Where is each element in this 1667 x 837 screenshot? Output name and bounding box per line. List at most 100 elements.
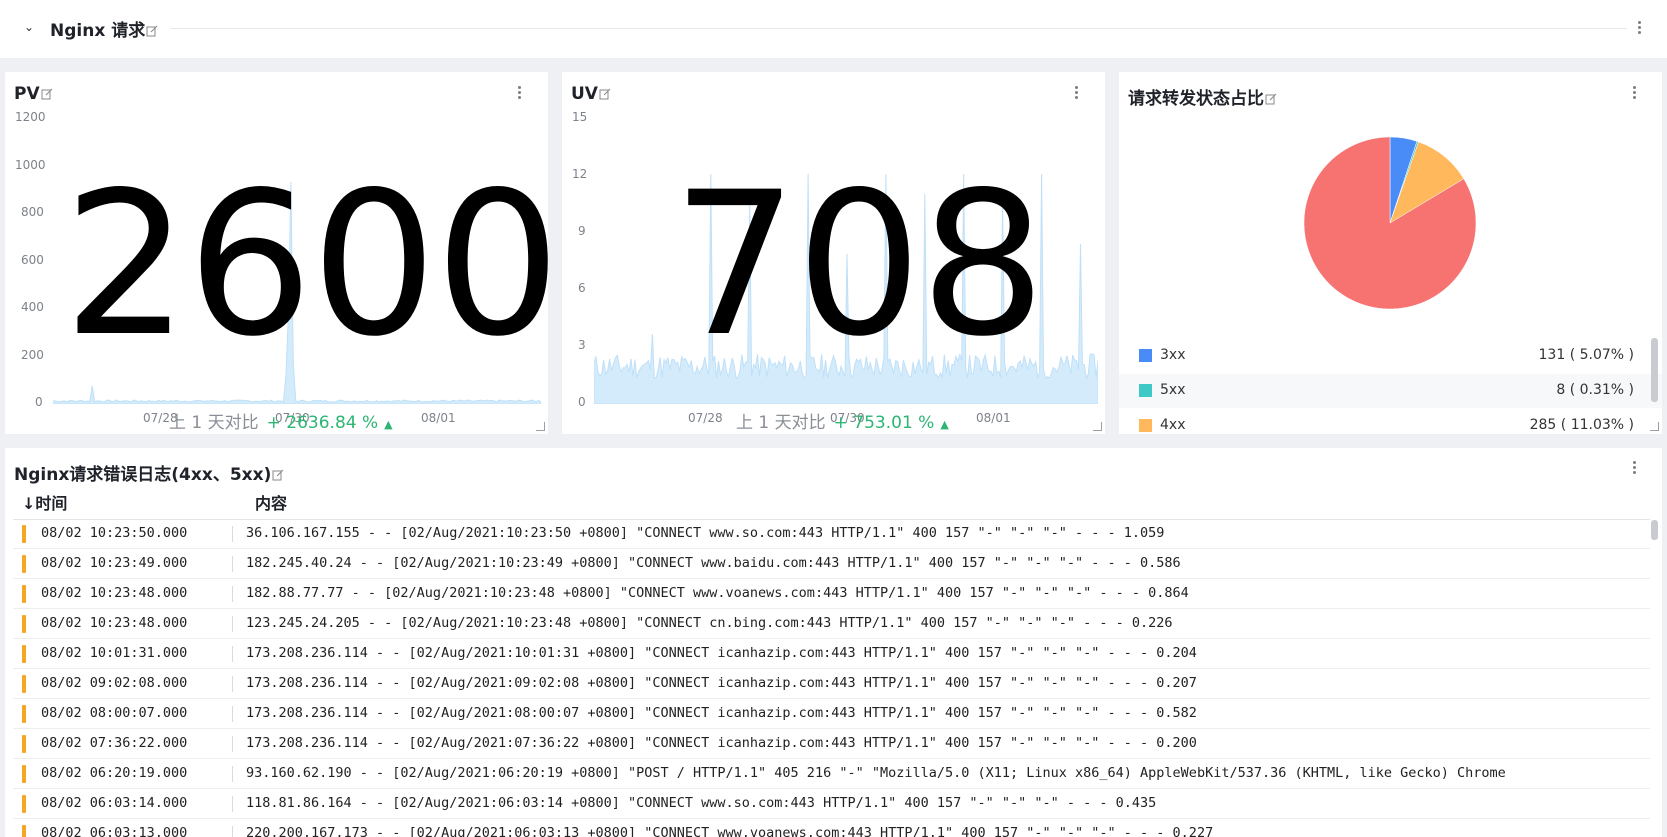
uv-title-text: UV	[571, 84, 598, 104]
severity-bar	[22, 795, 26, 813]
resize-handle-icon[interactable]	[1650, 422, 1659, 431]
more-icon[interactable]	[1632, 86, 1636, 102]
x-tick: 08/01	[976, 411, 1011, 425]
severity-bar	[22, 525, 26, 543]
y-tick: 9	[578, 224, 586, 238]
row-content: 93.160.62.190 - - [02/Aug/2021:06:20:19 …	[246, 765, 1506, 781]
row-time: 08/02 10:23:48.000	[41, 615, 188, 631]
panel-title: 请求转发状态占比	[1128, 84, 1277, 109]
row-content: 118.81.86.164 - - [02/Aug/2021:06:03:14 …	[246, 795, 1157, 811]
more-icon[interactable]	[1637, 21, 1641, 37]
column-divider	[232, 766, 233, 782]
severity-bar	[22, 765, 26, 783]
row-time: 08/02 08:00:07.000	[41, 705, 188, 721]
table-row[interactable]: 08/02 06:03:13.000 220.200.167.173 - - [0…	[13, 820, 1650, 837]
more-icon[interactable]	[1632, 461, 1636, 477]
panel-title: UV	[571, 84, 611, 104]
severity-bar	[22, 615, 26, 633]
legend-item-3xx[interactable]: 3xx 131 ( 5.07% )	[1119, 339, 1662, 373]
column-divider	[232, 736, 233, 752]
table-row[interactable]: 08/02 07:36:22.000 173.208.236.114 - - [0…	[13, 730, 1650, 759]
legend-value: 131 ( 5.07% )	[1538, 347, 1634, 363]
y-tick: 1200	[15, 110, 46, 124]
row-time: 08/02 06:03:14.000	[41, 795, 188, 811]
table-row[interactable]: 08/02 06:20:19.000 93.160.62.190 - - [02/…	[13, 760, 1650, 789]
compare-label: 上 1 天对比	[736, 413, 826, 433]
column-header-content[interactable]: 内容	[255, 490, 287, 514]
severity-bar	[22, 645, 26, 663]
column-divider	[232, 676, 233, 692]
row-time: 08/02 10:23:49.000	[41, 555, 188, 571]
x-tick: 07/28	[688, 411, 723, 425]
edit-icon[interactable]	[272, 469, 284, 481]
legend-label: 4xx	[1160, 417, 1186, 433]
uv-panel: UV 15 12 9 6 3 0 07/28 07/30 08/01 708 上…	[562, 72, 1105, 434]
y-tick: 12	[572, 167, 588, 181]
uv-compare: 上 1 天对比 + 753.01 % ▲	[736, 408, 949, 433]
pie-legend: 3xx 131 ( 5.07% ) 5xx 8 ( 0.31% ) 4xx 28…	[1119, 339, 1662, 434]
y-tick: 0	[35, 395, 43, 409]
table-row[interactable]: 08/02 10:23:48.000 123.245.24.205 - - [02…	[13, 610, 1650, 639]
table-row[interactable]: 08/02 10:01:31.000 173.208.236.114 - - [0…	[13, 640, 1650, 669]
column-divider	[232, 586, 233, 602]
legend-item-4xx[interactable]: 4xx 285 ( 11.03% )	[1119, 409, 1662, 434]
severity-bar	[22, 585, 26, 603]
column-divider	[232, 796, 233, 812]
table-row[interactable]: 08/02 06:03:14.000 118.81.86.164 - - [02/…	[13, 790, 1650, 819]
severity-bar	[22, 735, 26, 753]
compare-pct: + 2636.84 %	[266, 413, 379, 433]
legend-value: 285 ( 11.03% )	[1529, 417, 1634, 433]
compare-pct: + 753.01 %	[833, 413, 935, 433]
resize-handle-icon[interactable]	[536, 422, 545, 431]
column-divider	[232, 556, 233, 572]
edit-icon[interactable]	[146, 25, 158, 37]
severity-bar	[22, 675, 26, 693]
row-content: 182.245.40.24 - - [02/Aug/2021:10:23:49 …	[246, 555, 1181, 571]
pv-compare: 上 1 天对比 + 2636.84 % ▲	[169, 408, 393, 433]
status-pie-chart	[1303, 136, 1477, 310]
more-icon[interactable]	[1074, 86, 1078, 102]
more-icon[interactable]	[517, 86, 521, 102]
y-tick: 3	[578, 338, 586, 352]
row-content: 123.245.24.205 - - [02/Aug/2021:10:23:48…	[246, 615, 1173, 631]
row-time: 08/02 10:23:48.000	[41, 585, 188, 601]
y-tick: 600	[21, 253, 44, 267]
legend-scrollbar[interactable]	[1651, 338, 1658, 402]
edit-icon[interactable]	[41, 88, 53, 100]
x-tick: 08/01	[421, 411, 456, 425]
column-divider	[232, 526, 233, 542]
errors-panel: Nginx请求错误日志(4xx、5xx) ↓时间 内容 08/02 10:23:…	[5, 448, 1662, 837]
table-row[interactable]: 08/02 10:23:49.000 182.245.40.24 - - [02/…	[13, 550, 1650, 579]
table-row[interactable]: 08/02 08:00:07.000 173.208.236.114 - - [0…	[13, 700, 1650, 729]
pv-value: 2600	[63, 149, 548, 380]
caret-up-icon: ▲	[940, 418, 949, 431]
y-tick: 15	[572, 110, 588, 124]
column-header-time[interactable]: ↓时间	[22, 490, 67, 514]
row-time: 08/02 10:01:31.000	[41, 645, 188, 661]
row-content: 173.208.236.114 - - [02/Aug/2021:08:00:0…	[246, 705, 1197, 721]
legend-swatch	[1139, 349, 1152, 362]
status-title-text: 请求转发状态占比	[1128, 89, 1264, 109]
edit-icon[interactable]	[599, 88, 611, 100]
resize-handle-icon[interactable]	[1093, 422, 1102, 431]
group-header: ⌄ Nginx 请求	[0, 0, 1667, 58]
row-content: 182.88.77.77 - - [02/Aug/2021:10:23:48 +…	[246, 585, 1189, 601]
compare-label: 上 1 天对比	[169, 413, 259, 433]
table-row[interactable]: 08/02 10:23:50.000 36.106.167.155 - - [02…	[13, 520, 1650, 549]
row-content: 220.200.167.173 - - [02/Aug/2021:06:03:1…	[246, 825, 1214, 837]
table-row[interactable]: 08/02 10:23:48.000 182.88.77.77 - - [02/A…	[13, 580, 1650, 609]
chevron-down-icon[interactable]: ⌄	[24, 20, 34, 34]
table-row[interactable]: 08/02 09:02:08.000 173.208.236.114 - - [0…	[13, 670, 1650, 699]
edit-icon[interactable]	[1265, 93, 1277, 105]
column-divider	[232, 646, 233, 662]
y-tick: 800	[21, 205, 44, 219]
row-content: 173.208.236.114 - - [02/Aug/2021:10:01:3…	[246, 645, 1197, 661]
legend-swatch	[1139, 384, 1152, 397]
legend-label: 5xx	[1160, 382, 1186, 398]
table-scrollbar[interactable]	[1651, 520, 1658, 540]
status-panel: 请求转发状态占比 3xx 131 ( 5.07% ) 5xx 8 ( 0.31%…	[1119, 72, 1662, 434]
y-tick: 0	[578, 395, 586, 409]
legend-item-5xx[interactable]: 5xx 8 ( 0.31% )	[1119, 374, 1662, 408]
y-tick: 1000	[15, 158, 46, 172]
severity-bar	[22, 825, 26, 837]
